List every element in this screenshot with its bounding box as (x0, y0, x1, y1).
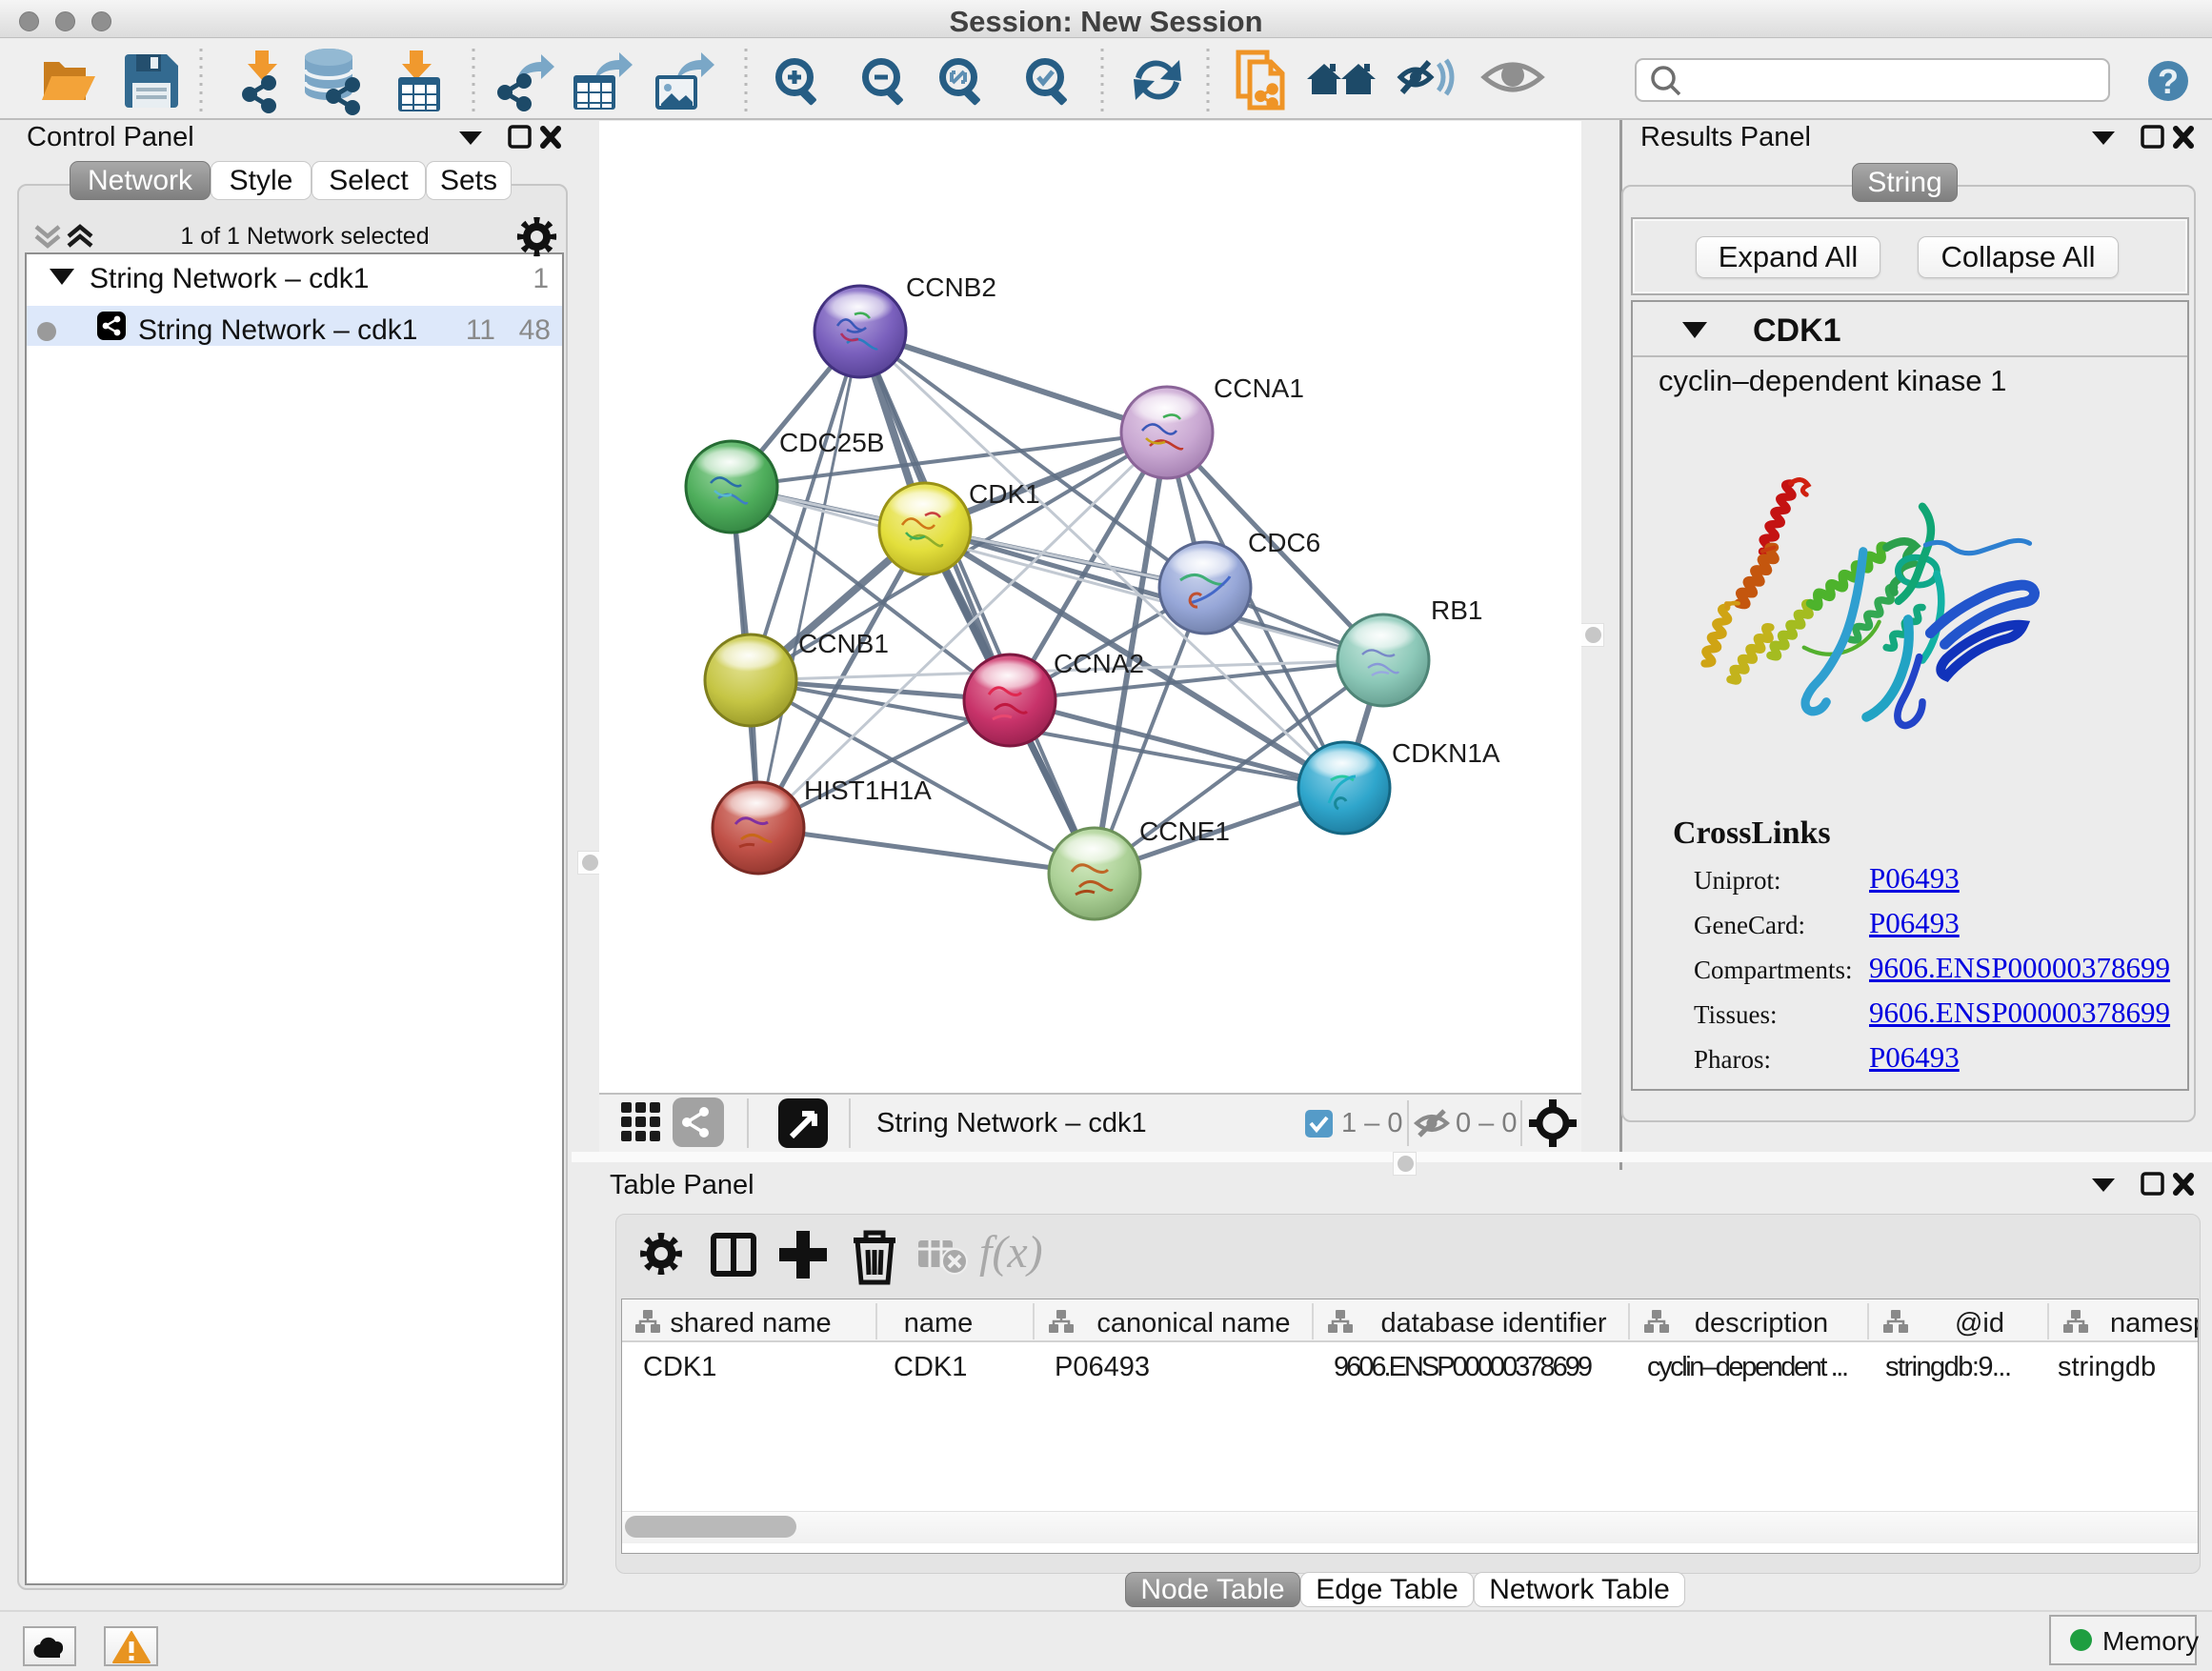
svg-text:stringdb: stringdb (2058, 1352, 2156, 1382)
svg-text:stringdb:9...: stringdb:9... (1885, 1352, 2012, 1382)
svg-text:database identifier: database identifier (1381, 1308, 1607, 1339)
svg-text:CDKN1A: CDKN1A (1392, 738, 1500, 768)
svg-text:f(x): f(x) (979, 1227, 1043, 1278)
svg-text:description: description (1695, 1308, 1828, 1339)
svg-text:RB1: RB1 (1431, 595, 1482, 625)
svg-text:CCNA2: CCNA2 (1054, 649, 1144, 678)
svg-text:CDC25B: CDC25B (779, 428, 884, 457)
svg-text:9606.ENSP00000378699: 9606.ENSP00000378699 (1334, 1352, 1593, 1382)
svg-text:CCNA1: CCNA1 (1214, 373, 1304, 403)
svg-text:name: name (904, 1308, 974, 1339)
svg-text:cyclin–dependent ...: cyclin–dependent ... (1647, 1352, 1849, 1382)
svg-text:CCNE1: CCNE1 (1139, 816, 1230, 846)
svg-text:?: ? (2158, 62, 2179, 101)
svg-text:CDC6: CDC6 (1248, 528, 1320, 557)
svg-text:P06493: P06493 (1055, 1352, 1150, 1382)
svg-text:shared name: shared name (670, 1308, 831, 1339)
svg-text:canonical name: canonical name (1096, 1308, 1290, 1339)
svg-text:CCNB1: CCNB1 (798, 629, 889, 658)
svg-text:CDK1: CDK1 (643, 1352, 716, 1382)
svg-text:CDK1: CDK1 (894, 1352, 967, 1382)
svg-text:CDK1: CDK1 (969, 479, 1040, 509)
svg-text:HIST1H1A: HIST1H1A (804, 775, 932, 805)
svg-text:namespace: namespace (2110, 1308, 2198, 1339)
svg-text:CCNB2: CCNB2 (906, 272, 996, 302)
svg-text:@id: @id (1955, 1308, 2004, 1339)
